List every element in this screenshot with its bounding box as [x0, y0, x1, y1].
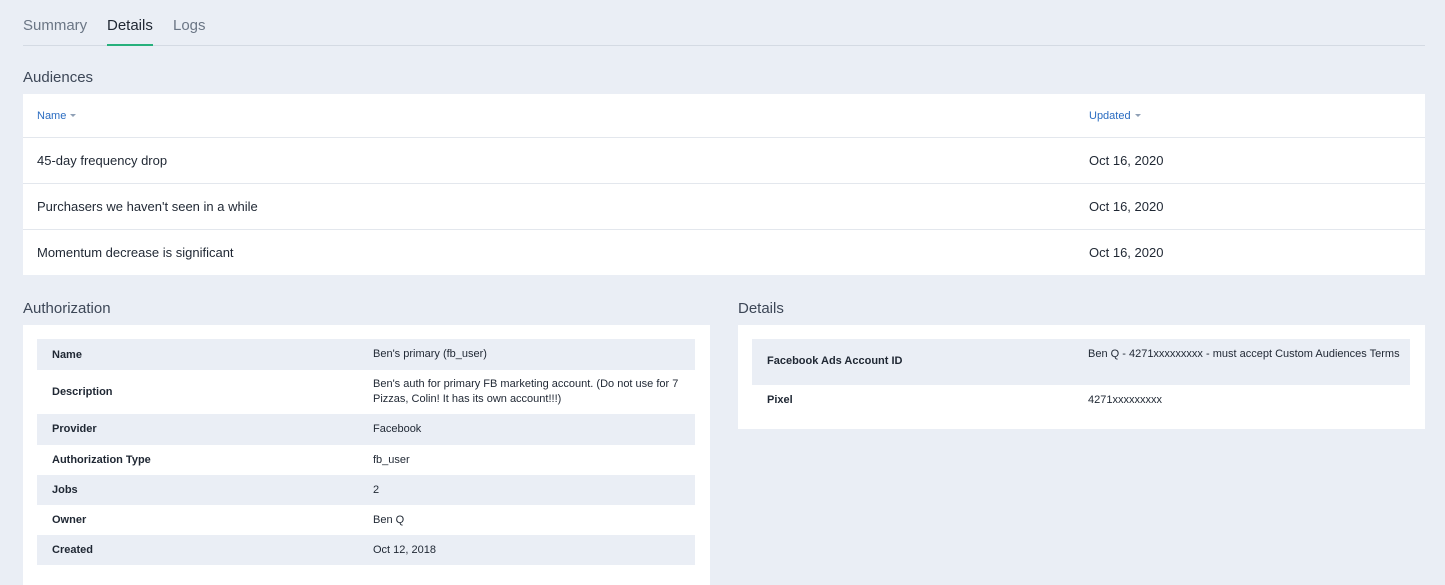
- audience-name: Momentum decrease is significant: [37, 245, 234, 260]
- authorization-panel: Name Ben's primary (fb_user) Description…: [23, 325, 710, 585]
- auth-value: Oct 12, 2018: [373, 544, 436, 556]
- authorization-title: Authorization: [23, 300, 111, 317]
- table-row[interactable]: Momentum decrease is significant Oct 16,…: [23, 230, 1425, 276]
- auth-value: Ben Q: [373, 514, 405, 526]
- tab-summary[interactable]: Summary: [23, 17, 87, 44]
- sort-caret-icon: [1134, 113, 1141, 117]
- auth-key: Description: [52, 386, 113, 398]
- auth-key: Owner: [52, 514, 87, 526]
- auth-row-name: Name Ben's primary (fb_user): [37, 339, 695, 370]
- auth-value: Facebook: [373, 423, 422, 435]
- updated-column-header[interactable]: Updated: [1089, 110, 1141, 122]
- audience-updated: Oct 16, 2020: [1089, 245, 1164, 260]
- tab-logs[interactable]: Logs: [173, 17, 206, 44]
- details-panel: Facebook Ads Account ID Ben Q - 4271xxxx…: [738, 325, 1425, 429]
- details-value: Ben Q - 4271xxxxxxxxx - must accept Cust…: [1088, 348, 1400, 360]
- auth-key: Name: [52, 349, 82, 361]
- sort-caret-icon: [70, 113, 77, 117]
- details-key: Facebook Ads Account ID: [767, 355, 903, 367]
- auth-value: fb_user: [373, 454, 410, 466]
- audience-updated: Oct 16, 2020: [1089, 199, 1164, 214]
- details-row-pixel: Pixel 4271xxxxxxxxx: [752, 385, 1410, 415]
- audiences-table: Name Updated 45-day frequency drop Oct 1…: [23, 94, 1425, 275]
- tab-details[interactable]: Details: [107, 17, 153, 46]
- name-column-header[interactable]: Name: [37, 110, 77, 122]
- auth-key: Jobs: [52, 484, 78, 496]
- audiences-title: Audiences: [23, 69, 94, 86]
- auth-row-provider: Provider Facebook: [37, 414, 695, 445]
- details-title: Details: [738, 300, 784, 317]
- auth-key: Provider: [52, 423, 97, 435]
- name-column-label: Name: [37, 110, 67, 122]
- auth-row-jobs: Jobs 2: [37, 475, 695, 505]
- auth-key: Created: [52, 544, 93, 556]
- auth-row-created: Created Oct 12, 2018: [37, 535, 695, 565]
- table-row[interactable]: Purchasers we haven't seen in a while Oc…: [23, 184, 1425, 230]
- auth-row-description: Description Ben's auth for primary FB ma…: [37, 370, 695, 414]
- auth-key: Authorization Type: [52, 454, 151, 466]
- auth-value: Ben's primary (fb_user): [373, 348, 487, 360]
- auth-value: 2: [373, 484, 380, 496]
- updated-column-label: Updated: [1089, 110, 1131, 122]
- auth-row-type: Authorization Type fb_user: [37, 445, 695, 475]
- audience-name: Purchasers we haven't seen in a while: [37, 199, 258, 214]
- table-row[interactable]: 45-day frequency drop Oct 16, 2020: [23, 138, 1425, 184]
- auth-value: Ben's auth for primary FB marketing acco…: [373, 378, 679, 405]
- details-value: 4271xxxxxxxxx: [1088, 394, 1162, 406]
- auth-row-owner: Owner Ben Q: [37, 505, 695, 535]
- audiences-table-header: Name Updated: [23, 94, 1425, 138]
- audience-name: 45-day frequency drop: [37, 153, 168, 168]
- audience-updated: Oct 16, 2020: [1089, 153, 1164, 168]
- details-row-account-id: Facebook Ads Account ID Ben Q - 4271xxxx…: [752, 339, 1410, 385]
- details-key: Pixel: [767, 394, 793, 406]
- tab-bar: Summary Details Logs: [23, 0, 1425, 46]
